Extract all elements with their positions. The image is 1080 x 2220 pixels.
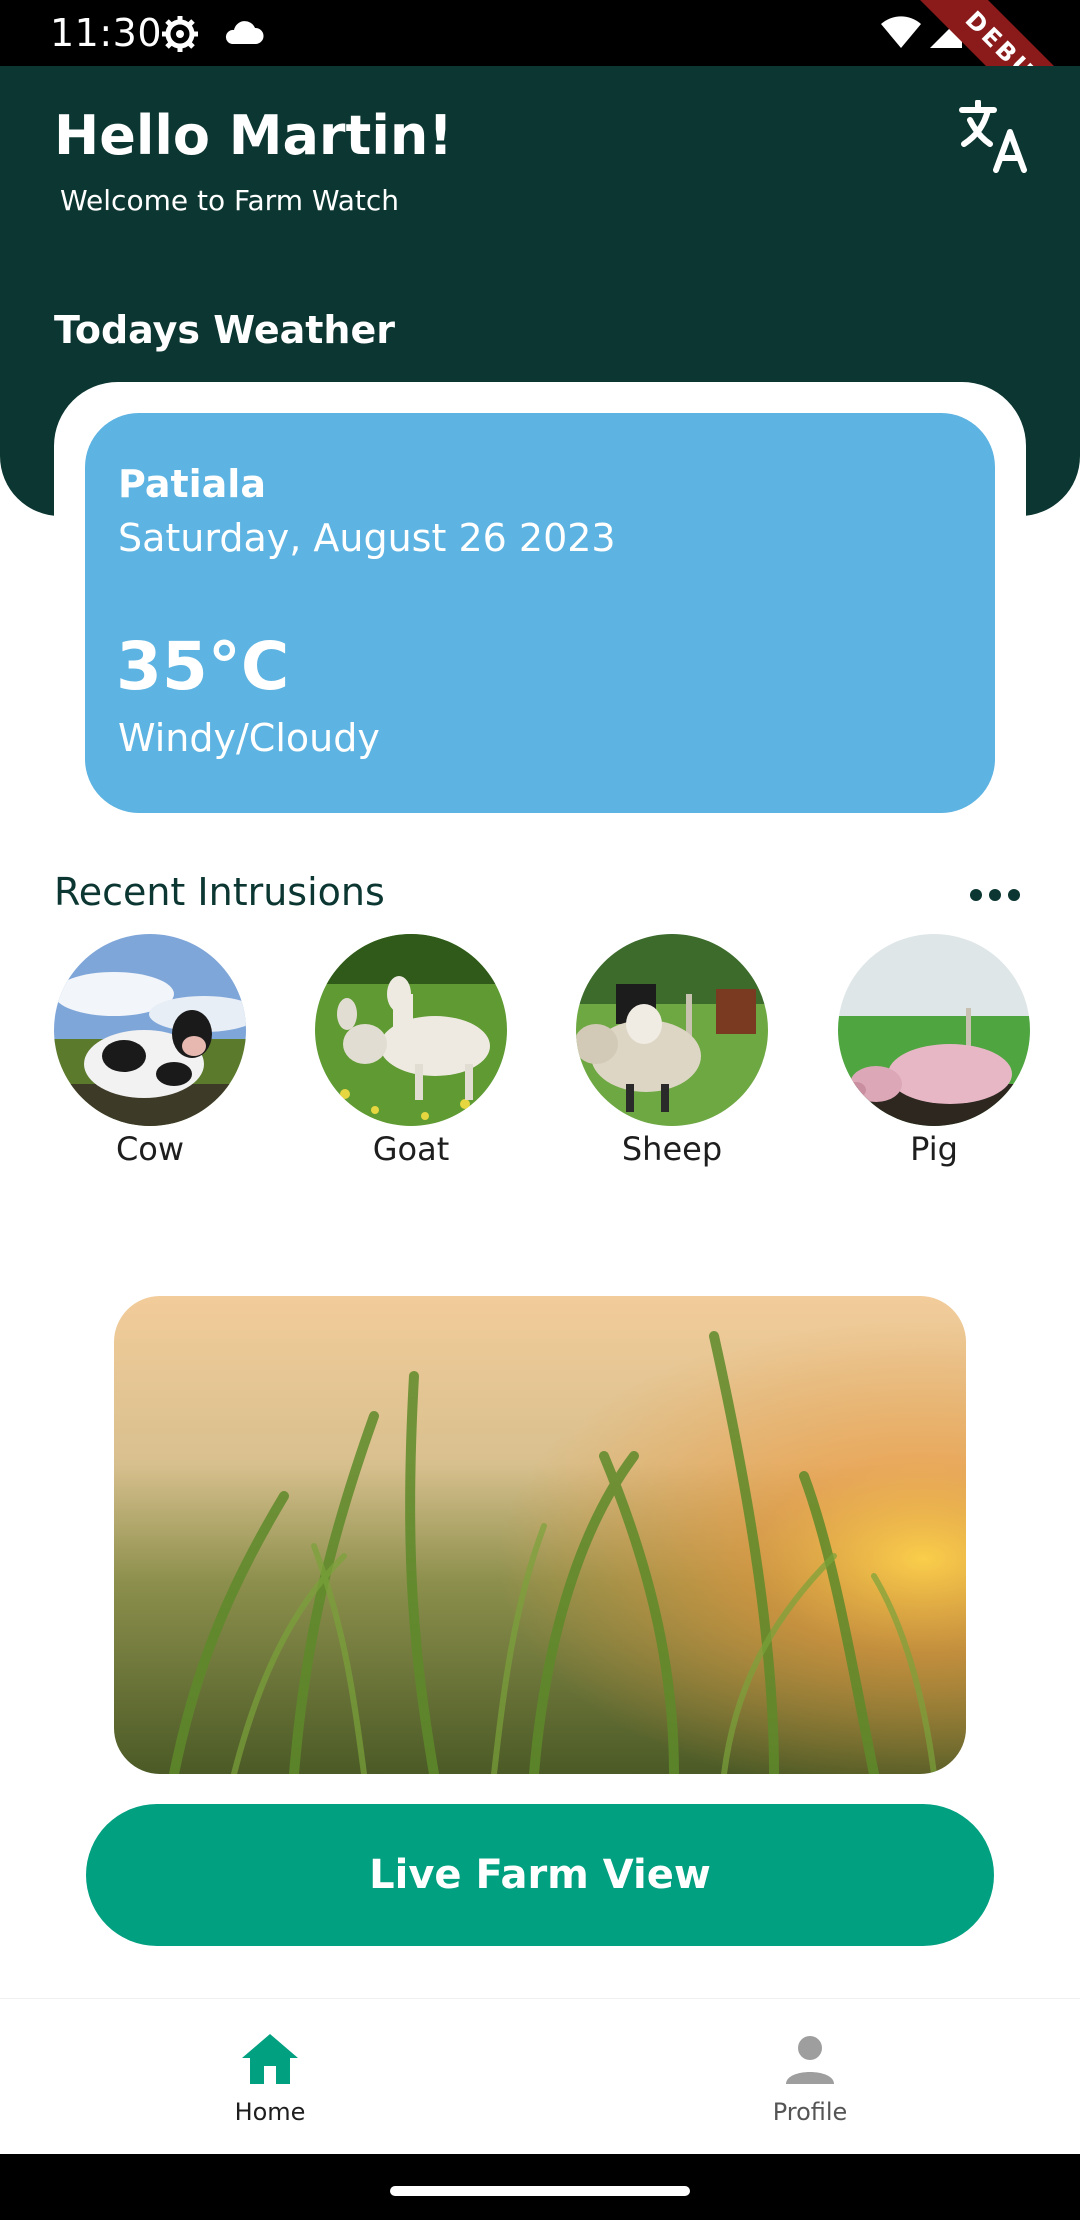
weather-temperature: 35°C — [116, 628, 290, 705]
weather-date: Saturday, August 26 2023 — [118, 516, 616, 560]
recent-intrusions-title: Recent Intrusions — [54, 870, 385, 914]
person-icon — [786, 2036, 834, 2084]
nav-label-profile: Profile — [772, 2098, 848, 2126]
nav-item-home[interactable]: Home — [170, 2026, 370, 2126]
home-gesture-handle[interactable] — [390, 2186, 690, 2196]
bottom-navigation — [0, 1998, 1080, 2155]
intrusion-pig-photo[interactable] — [838, 934, 1030, 1126]
wifi-icon — [881, 16, 921, 48]
intrusion-cow-photo[interactable] — [54, 934, 246, 1126]
weather-condition: Windy/Cloudy — [118, 716, 380, 760]
translate-icon — [959, 99, 1027, 173]
intrusion-label-cow: Cow — [115, 1130, 185, 1168]
home-icon — [242, 2034, 298, 2084]
intrusion-label-pig: Pig — [910, 1130, 958, 1168]
live-farm-view-button[interactable]: Live Farm View — [86, 1804, 994, 1946]
weather-city: Patiala — [118, 462, 266, 506]
intrusion-label-sheep: Sheep — [621, 1130, 723, 1168]
more-horizontal-icon — [970, 889, 1020, 901]
cloud-icon — [225, 21, 264, 44]
nav-label-home: Home — [234, 2098, 306, 2126]
settings-icon — [162, 16, 198, 52]
nav-item-profile[interactable]: Profile — [710, 2026, 910, 2126]
intrusion-sheep-photo[interactable] — [576, 934, 768, 1126]
status-time: 11:30 — [50, 11, 163, 55]
translate-button[interactable] — [958, 99, 1034, 176]
greeting-title: Hello Martin! — [54, 104, 453, 167]
intrusion-label-goat: Goat — [372, 1130, 450, 1168]
intrusion-goat-photo[interactable] — [315, 934, 507, 1126]
status-bar: 11:30 — [0, 0, 1080, 66]
welcome-subtitle: Welcome to Farm Watch — [60, 184, 400, 217]
weather-section-title: Todays Weather — [54, 308, 395, 352]
more-options-button[interactable] — [966, 880, 1024, 910]
live-farm-video-preview[interactable] — [114, 1296, 966, 1774]
